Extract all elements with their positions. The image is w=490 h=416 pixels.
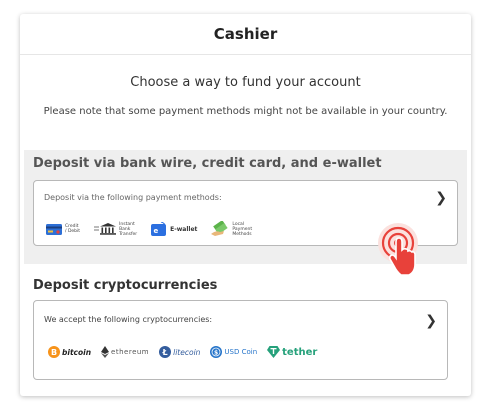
- bank-transfer-method: Instant Bank Transfer: [94, 222, 137, 237]
- ewallet-method: e E-wallet: [151, 222, 197, 236]
- tether-logo: tether: [267, 346, 317, 358]
- svg-text:Ł: Ł: [162, 348, 168, 357]
- cash-icon: [211, 221, 229, 236]
- bank-box-label: Deposit via the following payment method…: [44, 193, 222, 202]
- litecoin-icon: Ł: [159, 346, 172, 358]
- ethereum-label: ethereum: [111, 348, 150, 356]
- availability-note: Please note that some payment methods mi…: [43, 106, 448, 117]
- tether-icon: [267, 346, 281, 358]
- usdcoin-label: USD Coin: [224, 348, 258, 356]
- local-payment-method: Local Payment Methods: [211, 221, 252, 237]
- ethereum-logo: ethereum: [101, 346, 149, 358]
- bank-icon: [94, 223, 117, 235]
- chevron-right-icon[interactable]: ❯: [425, 313, 437, 329]
- svg-text:e: e: [154, 227, 159, 235]
- bank-section-title: Deposit via bank wire, credit card, and …: [33, 156, 382, 171]
- local-payment-label: Local Payment Methods: [232, 221, 253, 237]
- tap-gesture-icon: [378, 223, 418, 276]
- ewallet-label: E-wallet: [170, 225, 198, 233]
- bank-transfer-label: Instant Bank Transfer: [119, 221, 138, 237]
- chevron-right-icon[interactable]: ❯: [435, 190, 447, 206]
- tether-label: tether: [282, 346, 318, 358]
- crypto-box-label: We accept the following cryptocurrencies…: [44, 315, 213, 324]
- litecoin-label: litecoin: [173, 347, 201, 357]
- payment-method-logos: Credit / Debit Instant Bank Transfer e E…: [46, 221, 266, 237]
- credit-debit-label: Credit / Debit: [65, 224, 81, 234]
- credit-debit-method: Credit / Debit: [46, 223, 81, 235]
- fund-subtitle: Choose a way to fund your account: [130, 75, 361, 90]
- litecoin-logo: Ł litecoin: [159, 346, 200, 358]
- credit-card-icon: [46, 223, 62, 235]
- crypto-section-title: Deposit cryptocurrencies: [33, 278, 218, 293]
- usdcoin-icon: $: [210, 346, 223, 358]
- page-title: Cashier: [213, 25, 278, 43]
- svg-text:$: $: [214, 350, 218, 357]
- cashier-header: Cashier: [20, 14, 471, 55]
- bitcoin-label: bitcoin: [62, 347, 92, 357]
- crypto-logos: B bitcoin ethereum Ł litecoin $ USD Coin…: [48, 346, 327, 358]
- usdcoin-logo: $ USD Coin: [210, 346, 257, 358]
- bitcoin-icon: B: [48, 346, 60, 358]
- bitcoin-logo: B bitcoin: [48, 346, 91, 358]
- ewallet-icon: e: [151, 222, 167, 236]
- cashier-card: Cashier Choose a way to fund your accoun…: [20, 14, 471, 396]
- crypto-methods-option[interactable]: We accept the following cryptocurrencies…: [33, 300, 448, 380]
- ethereum-icon: [101, 346, 110, 358]
- svg-text:B: B: [51, 348, 57, 357]
